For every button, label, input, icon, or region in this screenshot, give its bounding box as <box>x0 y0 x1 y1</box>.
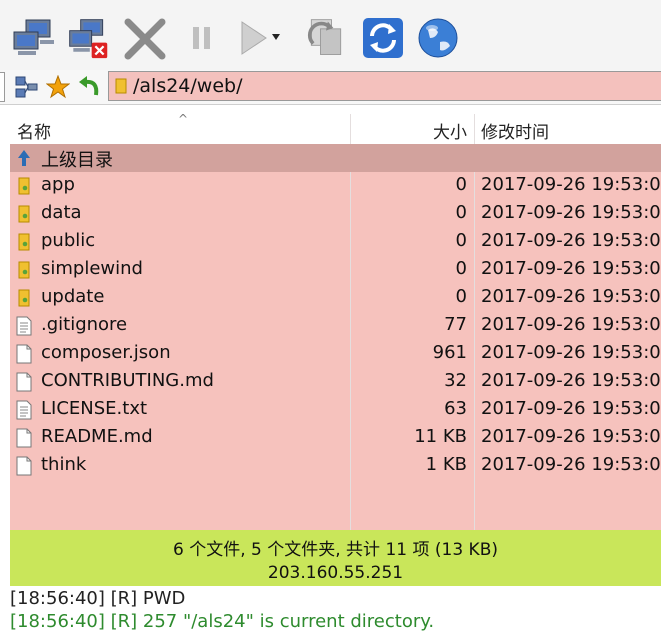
file-name: .gitignore <box>41 314 128 335</box>
file-row[interactable]: think 1 KB 2017-09-26 19:53:00 <box>10 452 661 480</box>
file-row[interactable]: CONTRIBUTING.md 32 2017-09-26 19:53:00 <box>10 368 661 396</box>
sort-ascending-icon: ^ <box>178 112 189 126</box>
file-icon <box>16 372 32 392</box>
file-row[interactable]: simplewind 0 2017-09-26 19:53:00 <box>10 256 661 284</box>
address-bar: /als24/web/ <box>0 70 661 105</box>
file-size: 0 <box>455 258 467 279</box>
file-modified: 2017-09-26 19:53:00 <box>481 398 661 419</box>
file-size: 0 <box>455 286 467 307</box>
column-header-modified[interactable]: 修改时间 <box>481 118 549 143</box>
file-modified: 2017-09-26 19:53:00 <box>481 230 661 251</box>
bookmarks-button[interactable] <box>45 75 71 99</box>
file-size: 11 KB <box>414 426 467 447</box>
status-bar: 6 个文件, 5 个文件夹, 共计 11 项 (13 KB) 203.160.5… <box>10 530 661 586</box>
selection-summary: 6 个文件, 5 个文件夹, 共计 11 项 (13 KB) <box>172 540 498 560</box>
file-row[interactable]: README.md 11 KB 2017-09-26 19:53:00 <box>10 424 661 452</box>
file-size: 0 <box>455 174 467 195</box>
file-icon <box>16 456 32 476</box>
file-modified: 2017-09-26 19:53:00 <box>481 174 661 195</box>
file-modified: 2017-09-26 19:53:00 <box>481 426 661 447</box>
file-size: 32 <box>444 370 467 391</box>
file-modified: 2017-09-26 19:53:00 <box>481 454 661 475</box>
back-arrow-icon <box>79 76 99 96</box>
log-line: [18:56:40] [R] 257 "/als24" is current d… <box>10 611 435 632</box>
file-modified: 2017-09-26 19:53:00 <box>481 258 661 279</box>
file-name: README.md <box>41 426 153 447</box>
browser-button[interactable] <box>416 14 460 62</box>
cancel-button[interactable] <box>124 14 168 62</box>
folder-icon <box>115 78 127 94</box>
column-header-name[interactable]: 名称 <box>17 118 51 143</box>
parent-directory-row[interactable]: 上级目录 <box>10 144 661 172</box>
cancel-icon <box>124 18 166 60</box>
path-input[interactable]: /als24/web/ <box>108 71 661 101</box>
play-button[interactable] <box>236 14 280 62</box>
address-edge <box>0 72 5 102</box>
file-row[interactable]: public 0 2017-09-26 19:53:00 <box>10 228 661 256</box>
connect-button[interactable] <box>12 14 56 62</box>
file-modified: 2017-09-26 19:53:00 <box>481 314 661 335</box>
file-name: composer.json <box>41 342 171 363</box>
refresh-icon <box>363 18 403 58</box>
folder-icon <box>16 260 32 280</box>
file-name: data <box>41 202 82 223</box>
file-row[interactable]: app 0 2017-09-26 19:53:00 <box>10 172 661 200</box>
file-name: update <box>41 286 105 307</box>
folder-icon <box>16 204 32 224</box>
pause-button[interactable] <box>180 14 224 62</box>
server-address: 203.160.55.251 <box>267 563 404 583</box>
parent-directory-label: 上级目录 <box>41 150 113 171</box>
folder-icon <box>16 288 32 308</box>
file-size: 961 <box>432 342 467 363</box>
file-name: CONTRIBUTING.md <box>41 370 214 391</box>
tree-view-icon <box>15 76 38 98</box>
file-modified: 2017-09-26 19:53:00 <box>481 370 661 391</box>
file-name: public <box>41 230 96 251</box>
file-size: 77 <box>444 314 467 335</box>
connect-icon <box>13 19 54 55</box>
file-name: app <box>41 174 75 195</box>
file-row[interactable]: composer.json 961 2017-09-26 19:53:00 <box>10 340 661 368</box>
folder-icon <box>16 176 32 196</box>
pause-icon <box>193 27 210 49</box>
file-name: think <box>41 454 87 475</box>
site-manager-button[interactable] <box>14 75 40 99</box>
up-directory-button[interactable] <box>76 75 102 99</box>
log-line: [18:56:40] [R] PWD <box>10 588 186 609</box>
file-row[interactable]: .gitignore 77 2017-09-26 19:53:00 <box>10 312 661 340</box>
play-icon <box>241 21 280 55</box>
refresh-button[interactable] <box>361 14 405 62</box>
column-header-size[interactable]: 大小 <box>433 118 467 143</box>
file-size: 1 KB <box>425 454 467 475</box>
text-file-icon <box>16 400 32 420</box>
file-modified: 2017-09-26 19:53:00 <box>481 342 661 363</box>
file-modified: 2017-09-26 19:53:00 <box>481 202 661 223</box>
disconnect-button[interactable] <box>66 14 110 62</box>
file-size: 0 <box>455 202 467 223</box>
file-size: 0 <box>455 230 467 251</box>
file-row[interactable]: LICENSE.txt 63 2017-09-26 19:53:00 <box>10 396 661 424</box>
path-text: /als24/web/ <box>133 75 243 97</box>
file-size: 63 <box>444 398 467 419</box>
file-list[interactable]: 名称 ^ 大小 修改时间 上级目录 app 0 2017-09-26 19:53:0… <box>10 112 661 530</box>
text-file-icon <box>16 316 32 336</box>
file-name: simplewind <box>41 258 143 279</box>
browser-icon <box>418 18 458 58</box>
file-icon <box>16 428 32 448</box>
sync-browse-button[interactable] <box>304 14 348 62</box>
file-name: LICENSE.txt <box>41 398 148 419</box>
toolbar <box>0 0 661 71</box>
star-icon <box>46 75 70 99</box>
log-panel: [18:56:40] [R] PWD [18:56:40] [R] 257 "/… <box>0 586 661 635</box>
file-modified: 2017-09-26 19:53:00 <box>481 286 661 307</box>
up-arrow-icon <box>18 150 30 166</box>
sync-browse-icon <box>307 19 342 55</box>
file-icon <box>16 344 32 364</box>
file-row[interactable]: update 0 2017-09-26 19:53:00 <box>10 284 661 312</box>
disconnect-icon <box>69 19 108 59</box>
folder-icon <box>16 232 32 252</box>
file-row[interactable]: data 0 2017-09-26 19:53:00 <box>10 200 661 228</box>
list-header: 名称 ^ 大小 修改时间 <box>10 112 661 145</box>
